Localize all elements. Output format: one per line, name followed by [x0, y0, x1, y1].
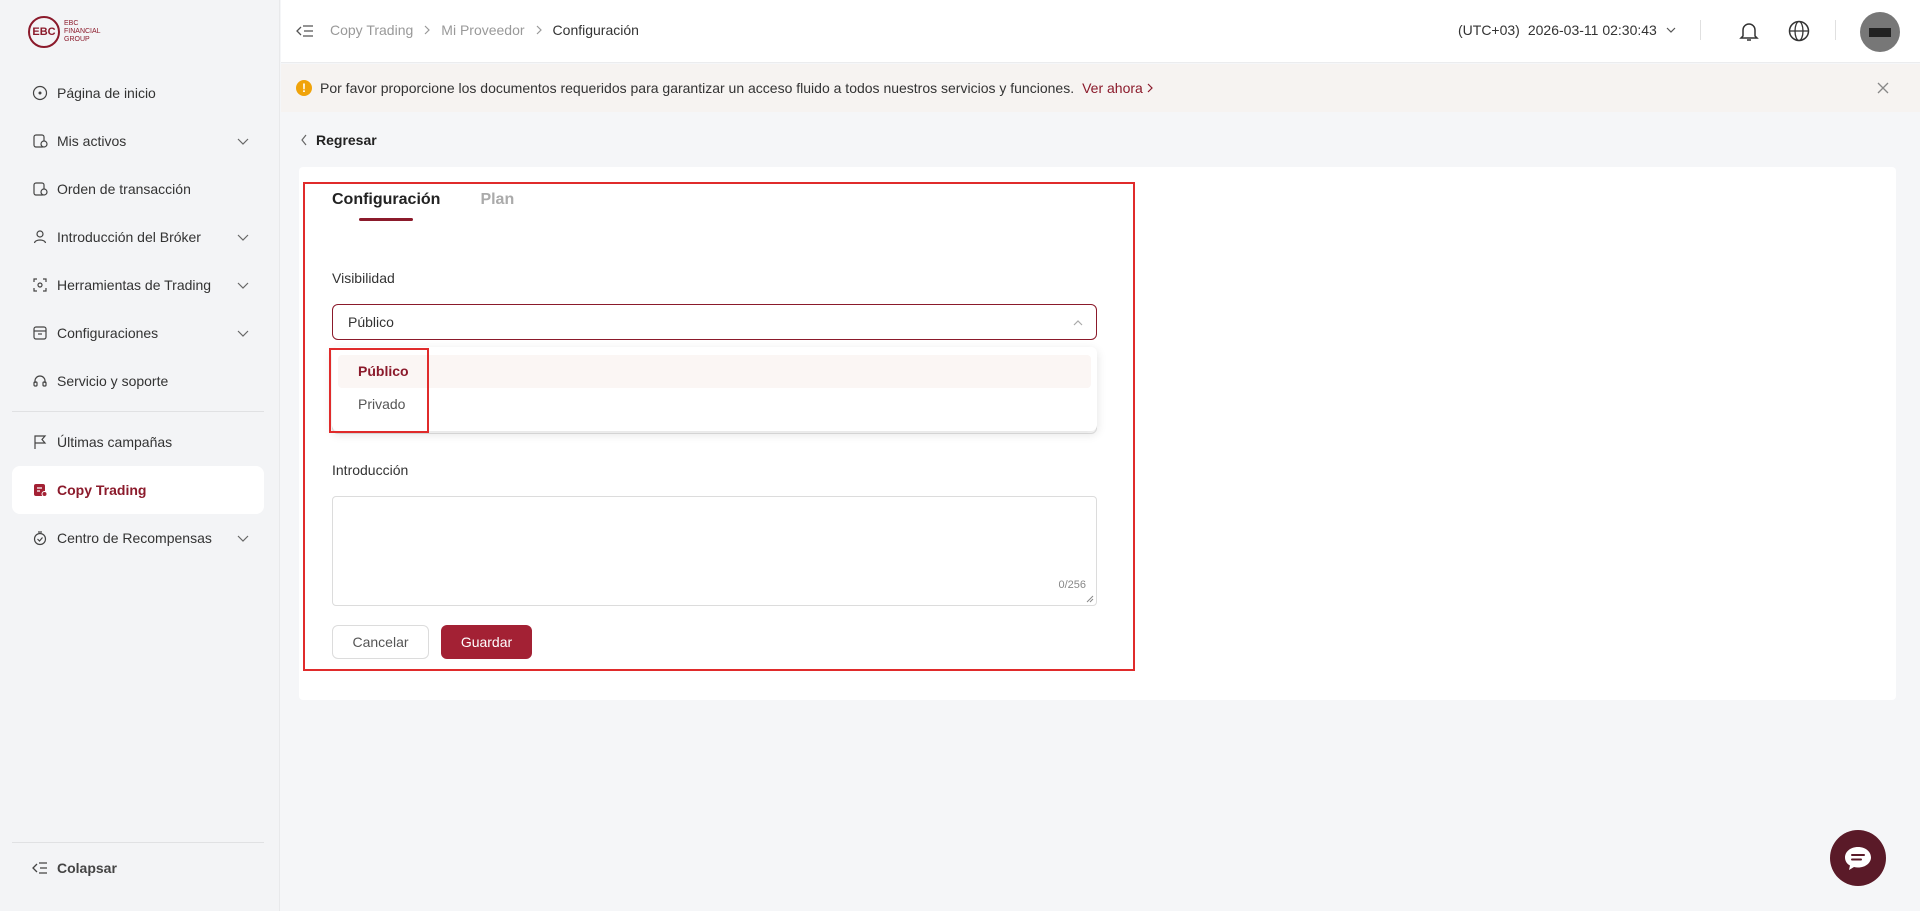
- sidebar-item-broker[interactable]: Introducción del Bróker: [12, 213, 264, 261]
- sidebar-nav: Página de inicio Mis activos Orden de tr…: [12, 69, 264, 562]
- sidebar-item-campaigns[interactable]: Últimas campañas: [12, 418, 264, 466]
- breadcrumb-current: Configuración: [552, 22, 639, 38]
- sidebar-item-support[interactable]: Servicio y soporte: [12, 357, 264, 405]
- brand-logo[interactable]: EBC EBC FINANCIAL GROUP: [28, 16, 101, 48]
- breadcrumb: Copy Trading Mi Proveedor Configuración: [330, 22, 639, 38]
- option-publico[interactable]: Público: [338, 355, 1091, 388]
- sidebar-item-label: Configuraciones: [57, 325, 159, 341]
- cancel-button[interactable]: Cancelar: [332, 625, 429, 659]
- chevron-right-icon: [536, 25, 542, 35]
- nav-divider: [12, 411, 264, 412]
- tools-icon: [31, 276, 49, 294]
- sidebar: EBC EBC FINANCIAL GROUP Página de inicio…: [0, 0, 280, 911]
- breadcrumb-mi-proveedor[interactable]: Mi Proveedor: [441, 22, 524, 38]
- sidebar-item-home[interactable]: Página de inicio: [12, 69, 264, 117]
- sidebar-item-copy-trading[interactable]: Copy Trading: [12, 466, 264, 514]
- logo-line-3: GROUP: [64, 36, 90, 43]
- copy-trading-icon: [31, 481, 49, 499]
- notice-text: Por favor proporcione los documentos req…: [320, 80, 1075, 96]
- logo-line-1: EBC: [64, 20, 79, 27]
- chevron-down-icon: [237, 138, 249, 145]
- chevron-right-icon: [1147, 83, 1153, 93]
- sidebar-item-label: Centro de Recompensas: [57, 530, 212, 546]
- sidebar-item-settings[interactable]: Configuraciones: [12, 309, 264, 357]
- logo-line-2: FINANCIAL: [64, 28, 101, 35]
- collapse-button[interactable]: Colapsar: [12, 842, 264, 892]
- tab-plan[interactable]: Plan: [480, 191, 514, 221]
- back-label: Regresar: [316, 132, 377, 148]
- sidebar-item-label: Página de inicio: [57, 85, 156, 101]
- breadcrumb-copy-trading[interactable]: Copy Trading: [330, 22, 413, 38]
- broker-icon: [31, 228, 49, 246]
- avatar-image: [1869, 27, 1891, 37]
- chevron-right-icon: [424, 25, 431, 35]
- rewards-icon: [31, 529, 49, 547]
- intro-label: Introducción: [332, 462, 409, 478]
- chevron-down-icon: [1666, 27, 1676, 33]
- notice-link[interactable]: Ver ahora: [1082, 80, 1154, 96]
- chevron-down-icon: [237, 282, 249, 289]
- notice-link-label: Ver ahora: [1082, 80, 1143, 96]
- logo-text: EBC FINANCIAL GROUP: [64, 20, 101, 44]
- visibility-label: Visibilidad: [332, 270, 395, 286]
- collapse-label: Colapsar: [57, 859, 117, 876]
- chevron-left-icon: [301, 134, 307, 146]
- flag-icon: [31, 433, 49, 451]
- header-divider: [1700, 20, 1701, 40]
- sidebar-item-label: Introducción del Bróker: [57, 229, 201, 245]
- chevron-up-icon: [1073, 320, 1083, 326]
- sidebar-item-label: Mis activos: [57, 133, 127, 149]
- assets-icon: [31, 132, 49, 150]
- visibility-dropdown: Público Privado: [332, 347, 1097, 431]
- chevron-down-icon: [237, 234, 249, 241]
- intro-textarea[interactable]: 0/256: [332, 496, 1097, 606]
- save-button[interactable]: Guardar: [441, 625, 532, 659]
- char-counter: 0/256: [1058, 579, 1086, 591]
- timezone-label: (UTC+03): [1458, 22, 1520, 38]
- header-divider: [1835, 20, 1836, 40]
- order-icon: [31, 180, 49, 198]
- back-button[interactable]: Regresar: [300, 132, 377, 148]
- sidebar-item-label: Herramientas de Trading: [57, 277, 212, 293]
- warning-icon: !: [296, 80, 312, 96]
- sidebar-item-label: Servicio y soporte: [57, 373, 169, 389]
- close-icon[interactable]: [1876, 81, 1890, 95]
- tab-bar: Configuración Plan: [332, 191, 514, 221]
- home-icon: [31, 84, 49, 102]
- bell-icon[interactable]: [1737, 19, 1761, 43]
- top-header: Copy Trading Mi Proveedor Configuración …: [281, 0, 1920, 63]
- option-privado[interactable]: Privado: [338, 388, 1091, 421]
- sidebar-item-label: Orden de transacción: [57, 181, 191, 197]
- datetime-label: 2026-03-11 02:30:43: [1527, 22, 1657, 38]
- timezone-selector[interactable]: (UTC+03) 2026-03-11 02:30:43: [1458, 22, 1677, 38]
- headset-icon: [31, 372, 49, 390]
- notice-banner: ! Por favor proporcione los documentos r…: [281, 64, 1920, 112]
- avatar[interactable]: [1860, 12, 1900, 52]
- resize-handle-icon[interactable]: [1086, 595, 1094, 603]
- chevron-down-icon: [237, 535, 249, 542]
- tab-configuracion[interactable]: Configuración: [332, 191, 440, 221]
- chat-bubble-icon: [1845, 847, 1871, 870]
- sidebar-item-rewards[interactable]: Centro de Recompensas: [12, 514, 264, 562]
- menu-toggle-icon[interactable]: [296, 23, 314, 39]
- sidebar-item-tools[interactable]: Herramientas de Trading: [12, 261, 264, 309]
- collapse-icon: [32, 861, 47, 874]
- globe-icon[interactable]: [1787, 19, 1811, 43]
- sidebar-item-assets[interactable]: Mis activos: [12, 117, 264, 165]
- logo-mark: EBC: [28, 16, 60, 48]
- visibility-value: Público: [348, 314, 394, 330]
- sidebar-item-label: Copy Trading: [57, 482, 147, 498]
- settings-icon: [31, 324, 49, 342]
- sidebar-item-label: Últimas campañas: [57, 434, 173, 450]
- chat-button[interactable]: [1830, 830, 1886, 886]
- chevron-down-icon: [237, 330, 249, 337]
- sidebar-item-orders[interactable]: Orden de transacción: [12, 165, 264, 213]
- visibility-select[interactable]: Público: [332, 304, 1097, 340]
